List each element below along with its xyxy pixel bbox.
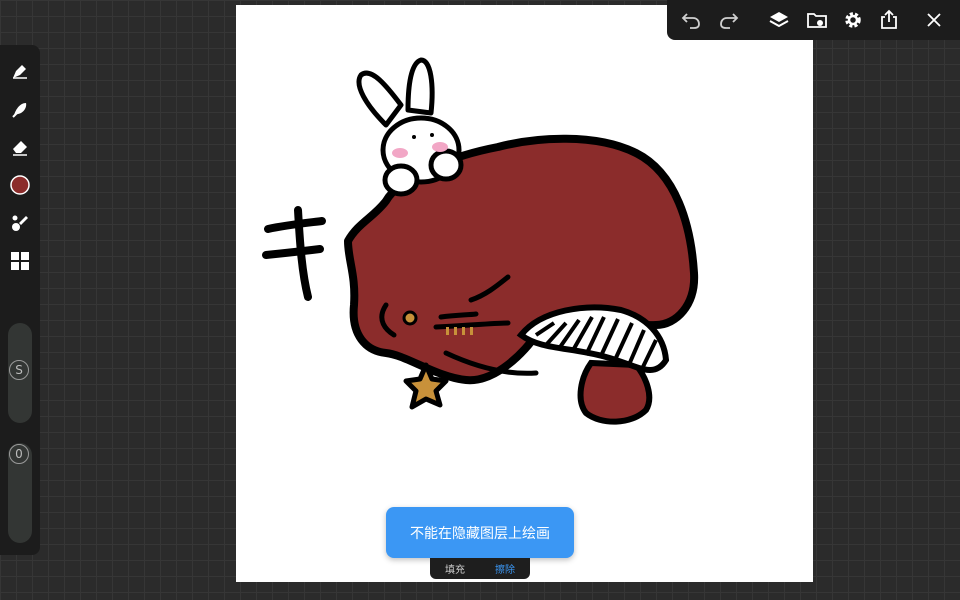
undo-icon xyxy=(681,13,700,29)
bunny-cheek-right xyxy=(432,142,448,152)
redo-icon xyxy=(720,13,739,29)
grid-tool-button[interactable] xyxy=(6,247,34,275)
brush-library-button[interactable] xyxy=(6,209,34,237)
undo-button[interactable] xyxy=(677,6,705,34)
toast-message: 不能在隐藏图层上绘画 xyxy=(410,525,550,542)
share-icon xyxy=(881,9,897,29)
opacity-knob[interactable]: 0 xyxy=(9,444,29,464)
fill-erase-bar: 填充 擦除 xyxy=(430,558,530,579)
erase-option[interactable]: 擦除 xyxy=(495,561,515,576)
pen-icon xyxy=(13,65,27,79)
hidden-layer-toast: 不能在隐藏图层上绘画 xyxy=(386,507,574,558)
color-picker-button[interactable] xyxy=(6,171,34,199)
eraser-icon xyxy=(13,141,27,156)
smudge-tool-button[interactable] xyxy=(6,95,34,123)
bunny xyxy=(356,57,464,197)
layers-icon xyxy=(769,12,789,28)
opacity-label: 0 xyxy=(15,447,23,461)
scribble-strokes xyxy=(262,206,326,301)
fill-option[interactable]: 填充 xyxy=(445,561,465,576)
gallery-icon xyxy=(807,13,827,28)
share-button[interactable] xyxy=(875,6,903,34)
bunny-eye-left xyxy=(412,135,416,139)
gallery-button[interactable] xyxy=(803,6,831,34)
bunny-cheek-left xyxy=(392,148,408,158)
close-icon xyxy=(927,13,941,27)
bunny-eye-right xyxy=(430,133,434,137)
redo-button[interactable] xyxy=(715,6,743,34)
eraser-tool-button[interactable] xyxy=(6,133,34,161)
top-toolbar xyxy=(667,0,960,40)
gear-icon xyxy=(845,12,861,28)
grid-icon xyxy=(11,252,29,270)
brush-icon xyxy=(12,215,28,231)
settings-button[interactable] xyxy=(839,6,867,34)
layers-button[interactable] xyxy=(765,6,793,34)
smudge-icon xyxy=(12,103,27,118)
artwork xyxy=(262,57,699,425)
brush-size-knob[interactable]: S xyxy=(9,360,29,380)
left-toolbar: S 0 xyxy=(0,45,40,555)
pen-tool-button[interactable] xyxy=(6,57,34,85)
close-button[interactable] xyxy=(920,6,948,34)
eye-dot xyxy=(402,310,418,326)
drawing-canvas[interactable] xyxy=(236,5,813,582)
brush-size-label: S xyxy=(15,363,23,377)
color-swatch-icon xyxy=(10,175,30,195)
